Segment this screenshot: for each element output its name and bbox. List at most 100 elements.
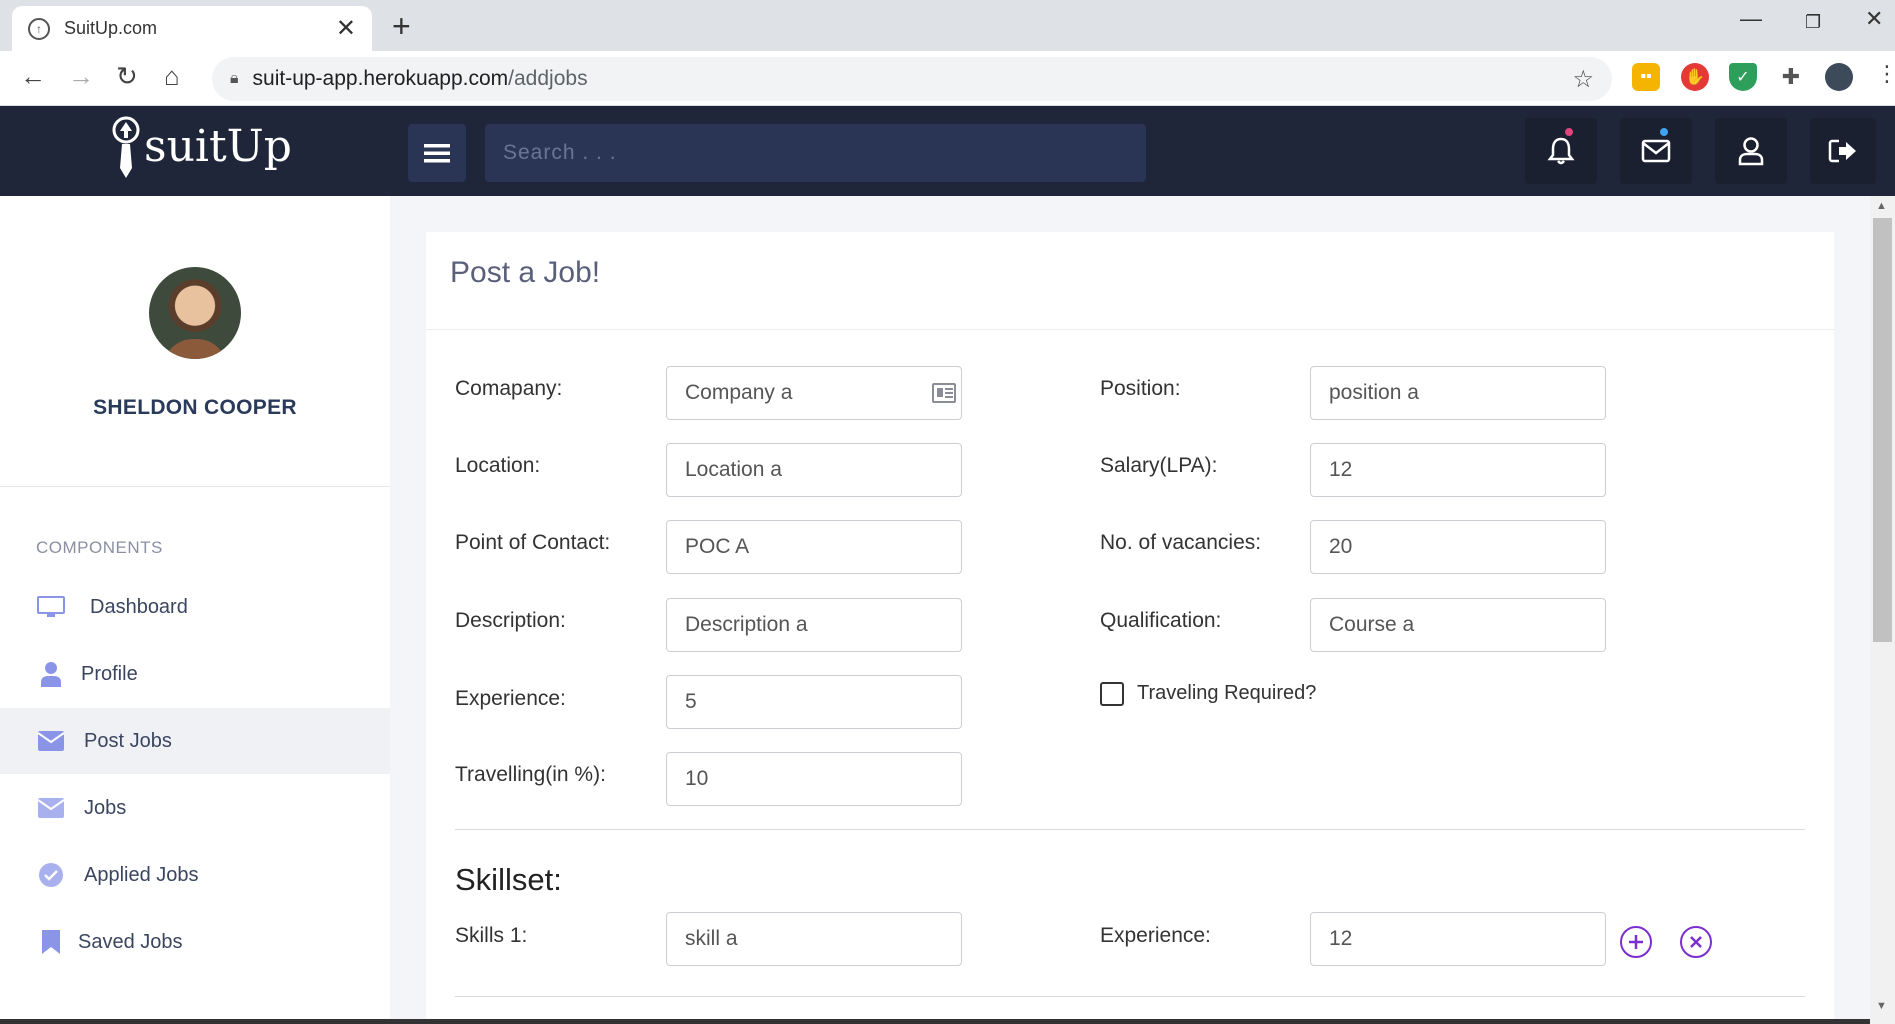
- sign-out-icon: [1828, 139, 1856, 163]
- sidebar-item-saved-jobs[interactable]: Saved Jobs: [0, 909, 390, 975]
- taskbar-edge: [0, 1019, 1870, 1024]
- traveling-required-label: Traveling Required?: [1137, 682, 1317, 704]
- tie-logo-icon: [108, 116, 142, 178]
- components-label: COMPONENTS: [36, 538, 163, 557]
- extensions-puzzle-icon[interactable]: ✚: [1777, 63, 1805, 91]
- experience-label: Experience:: [455, 687, 566, 710]
- section-divider: [455, 996, 1805, 997]
- restore-icon[interactable]: ❐: [1805, 12, 1821, 33]
- search-input[interactable]: [485, 124, 1146, 182]
- sidebar: SHELDON COOPER COMPONENTS Dashboard Prof…: [0, 196, 390, 1024]
- check-circle-icon: [36, 862, 66, 888]
- position-label: Position:: [1100, 377, 1181, 400]
- home-icon[interactable]: ⌂: [164, 61, 180, 92]
- sidebar-item-label: Jobs: [84, 796, 127, 819]
- envelope-filled-icon: [36, 798, 66, 818]
- sidebar-item-post-jobs[interactable]: Post Jobs: [0, 708, 390, 774]
- logout-button[interactable]: [1810, 118, 1876, 184]
- bookmark-icon: [36, 930, 66, 954]
- sidebar-item-label: Applied Jobs: [84, 863, 199, 886]
- extension-yellow-icon[interactable]: ▪▪: [1632, 63, 1660, 91]
- scroll-up-icon[interactable]: ▲: [1876, 200, 1887, 212]
- scrollbar-thumb[interactable]: [1873, 218, 1892, 642]
- notification-badge: [1563, 126, 1575, 138]
- hamburger-menu-button[interactable]: [408, 124, 466, 182]
- forward-icon[interactable]: →: [68, 61, 94, 92]
- browser-tab[interactable]: ↑ SuitUp.com ✕: [12, 6, 372, 51]
- user-avatar[interactable]: [149, 267, 241, 359]
- sidebar-item-dashboard[interactable]: Dashboard: [0, 574, 390, 640]
- position-input[interactable]: [1310, 366, 1606, 420]
- location-label: Location:: [455, 454, 541, 477]
- profile-avatar-icon[interactable]: [1825, 63, 1853, 91]
- company-label: Comapany:: [455, 377, 563, 400]
- poc-input[interactable]: [666, 520, 962, 574]
- sidebar-item-label: Dashboard: [90, 595, 188, 618]
- envelope-icon: [1641, 139, 1671, 163]
- sidebar-item-profile[interactable]: Profile: [0, 641, 390, 707]
- card-header: Post a Job!: [426, 232, 1834, 330]
- sidebar-item-jobs[interactable]: Jobs: [0, 775, 390, 841]
- new-tab-button[interactable]: +: [392, 8, 411, 45]
- browser-tab-strip: ↑ SuitUp.com ✕ + — ❐ ✕: [0, 0, 1895, 51]
- browser-toolbar: ← → ↻ ⌂ 🔒︎ suit-up-app.herokuapp.com/add…: [0, 51, 1895, 106]
- page-title: Post a Job!: [450, 256, 601, 289]
- travelling-input[interactable]: [666, 752, 962, 806]
- menu-icon: [424, 144, 450, 163]
- user-name: SHELDON COOPER: [93, 396, 297, 419]
- url-host: suit-up-app.herokuapp.com: [252, 67, 509, 90]
- add-skill-button[interactable]: [1620, 926, 1652, 958]
- id-card-icon: [932, 383, 956, 403]
- skill-experience-label: Experience:: [1100, 924, 1211, 947]
- close-icon: [1690, 936, 1702, 948]
- skill-experience-input[interactable]: [1310, 912, 1606, 966]
- plus-icon: [1629, 935, 1643, 949]
- vacancies-input[interactable]: [1310, 520, 1606, 574]
- company-input[interactable]: [666, 366, 962, 420]
- qualification-input[interactable]: [1310, 598, 1606, 652]
- traveling-required-checkbox[interactable]: [1100, 682, 1124, 706]
- poc-label: Point of Contact:: [455, 531, 611, 554]
- person-icon: [36, 661, 66, 687]
- message-badge: [1658, 126, 1670, 138]
- salary-input[interactable]: [1310, 443, 1606, 497]
- post-job-card: Post a Job! Comapany: Location: Point of…: [426, 232, 1834, 1024]
- window-close-icon[interactable]: ✕: [1865, 6, 1883, 32]
- description-input[interactable]: [666, 598, 962, 652]
- lock-icon: 🔒︎: [230, 70, 239, 87]
- sidebar-item-label: Post Jobs: [84, 729, 172, 752]
- qualification-label: Qualification:: [1100, 609, 1222, 632]
- description-label: Description:: [455, 609, 566, 632]
- bell-icon: [1547, 137, 1575, 165]
- app-navbar: suitUp: [0, 106, 1895, 196]
- messages-button[interactable]: [1620, 118, 1692, 184]
- notifications-button[interactable]: [1525, 118, 1597, 184]
- site-favicon-icon: ↑: [28, 17, 50, 40]
- profile-button[interactable]: [1715, 118, 1787, 184]
- vacancies-label: No. of vacancies:: [1100, 531, 1262, 554]
- monitor-icon: [36, 596, 66, 618]
- skill-input[interactable]: [666, 912, 962, 966]
- sidebar-divider: [0, 486, 390, 487]
- sidebar-item-label: Saved Jobs: [78, 930, 183, 953]
- bookmark-star-icon[interactable]: ☆: [1572, 65, 1594, 94]
- extension-shield-icon[interactable]: ✓: [1729, 63, 1757, 91]
- reload-icon[interactable]: ↻: [116, 61, 138, 92]
- sidebar-item-applied-jobs[interactable]: Applied Jobs: [0, 842, 390, 908]
- remove-skill-button[interactable]: [1680, 926, 1712, 958]
- back-icon[interactable]: ←: [20, 61, 46, 92]
- chrome-menu-icon[interactable]: ⋮: [1876, 61, 1895, 87]
- logo-text: suitUp: [144, 120, 292, 172]
- user-icon: [1738, 137, 1764, 166]
- app-logo[interactable]: suitUp: [108, 116, 292, 178]
- url-path: /addjobs: [508, 67, 588, 90]
- scroll-down-icon[interactable]: ▼: [1876, 1000, 1887, 1012]
- address-bar[interactable]: 🔒︎ suit-up-app.herokuapp.com/addjobs ☆: [212, 57, 1612, 101]
- extension-adblock-icon[interactable]: ✋: [1681, 63, 1709, 91]
- minimize-icon[interactable]: —: [1740, 6, 1762, 32]
- experience-input[interactable]: [666, 675, 962, 729]
- location-input[interactable]: [666, 443, 962, 497]
- skillset-heading: Skillset:: [455, 862, 562, 897]
- tab-close-icon[interactable]: ✕: [336, 14, 356, 43]
- travelling-label: Travelling(in %):: [455, 763, 606, 786]
